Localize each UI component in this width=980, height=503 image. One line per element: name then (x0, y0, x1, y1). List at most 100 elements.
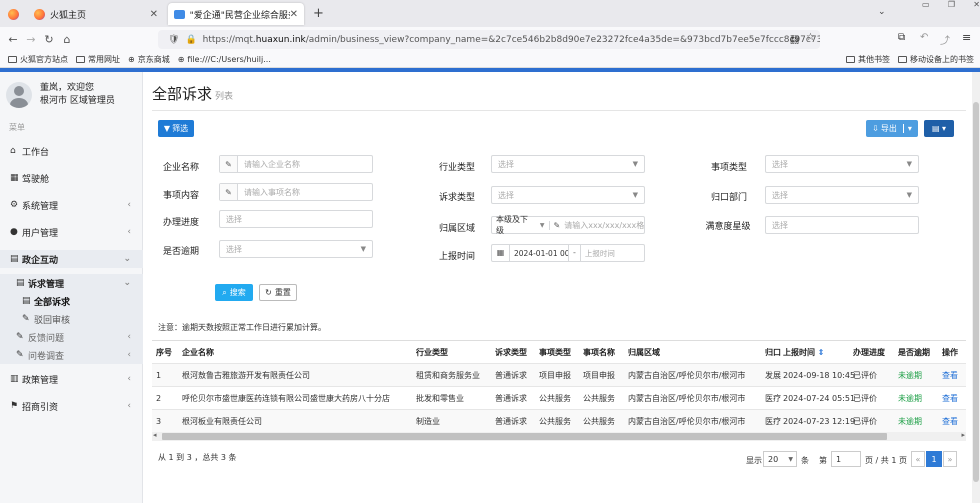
bookmark-item[interactable]: 其他书签 (846, 54, 890, 65)
export-button[interactable]: ⇩ 导出 ▾ (866, 120, 918, 137)
view-link[interactable]: 查看 (942, 416, 958, 427)
back-icon[interactable]: ← (4, 33, 22, 46)
reset-button[interactable]: ↻ 重置 (259, 284, 297, 301)
cell-item-type: 公共服务 (539, 393, 571, 403)
column-header-sortable[interactable]: 上报时间 ⇕ (783, 347, 825, 358)
placeholder: 选择 (226, 214, 242, 224)
scrollbar-thumb[interactable] (162, 433, 887, 440)
gear-icon: ⚙ (10, 200, 19, 210)
progress-select[interactable]: 选择 (219, 210, 373, 228)
sidebar-item-reject-review[interactable]: ✎ 驳回审核 (0, 310, 143, 328)
url-domain: huaxun.ink (255, 34, 306, 45)
content-input[interactable]: ✎ 请输入事项名称 (219, 183, 373, 201)
cell-company: 根河敖鲁古雅旅游开发有限责任公司 (182, 370, 310, 380)
forward-icon[interactable]: → (22, 33, 40, 46)
reload-icon[interactable]: ↻ (40, 33, 58, 46)
sidebar-item-all-appeals[interactable]: ▤ 全部诉求 (0, 292, 143, 310)
bookmark-item[interactable]: 移动设备上的书签 (898, 54, 974, 65)
bookmark-label: 其他书签 (858, 55, 890, 64)
scroll-right-icon[interactable]: ▸ (961, 431, 965, 439)
overdue-select[interactable]: 选择 ▼ (219, 240, 373, 258)
sort-icon: ⇕ (817, 347, 825, 357)
restore-icon[interactable]: ❐ (948, 0, 955, 12)
chevron-down-icon[interactable]: ▾ (902, 124, 912, 133)
extensions-icon[interactable]: ⧉ (898, 32, 905, 43)
cell-overdue: 未逾期 (898, 370, 922, 380)
sidebar-item-label: 驾驶舱 (22, 174, 50, 185)
item-type-select[interactable]: 选择 ▼ (765, 155, 919, 173)
bookmark-item[interactable]: 火狐官方站点 (8, 54, 68, 65)
sidebar-item-policy[interactable]: ▥ 政策管理 ‹ (0, 370, 143, 388)
column-header[interactable]: 企业名称 (182, 347, 214, 358)
sidebar-item-system[interactable]: ⚙ 系统管理 ‹ (0, 196, 143, 214)
filter-button[interactable]: ▼ 筛选 (158, 120, 194, 137)
current-page-button[interactable]: 1 (926, 451, 942, 467)
view-link[interactable]: 查看 (942, 370, 958, 381)
dept-select[interactable]: 选择 ▼ (765, 186, 919, 204)
edit-icon: ✎ (220, 184, 238, 200)
new-tab-button[interactable]: + (313, 6, 324, 21)
column-header[interactable]: 行业类型 (416, 347, 448, 358)
industry-select[interactable]: 选择 ▼ (491, 155, 645, 173)
close-icon[interactable]: ✕ (290, 9, 298, 20)
sidebar-item-users[interactable]: ● 用户管理 ‹ (0, 223, 143, 241)
company-name-input[interactable]: ✎ 请输入企业名称 (219, 155, 373, 173)
bookmark-item[interactable]: 常用网址 (76, 54, 120, 65)
column-header[interactable]: 归口 (765, 347, 781, 358)
satisfaction-select[interactable]: 选择 (765, 216, 919, 234)
caret-down-icon: ▼ (906, 160, 912, 168)
sidebar-item-workbench[interactable]: ⌂ 工作台 (0, 142, 143, 160)
prev-page-button[interactable]: « (911, 451, 925, 467)
menu-icon[interactable]: ≡ (962, 31, 971, 44)
time-start-input[interactable]: 2024-01-01 00:0 (510, 249, 568, 258)
horizontal-scrollbar[interactable]: ◂ ▸ (152, 431, 966, 441)
reset-label: 重置 (274, 288, 291, 297)
scroll-left-icon[interactable]: ◂ (153, 431, 157, 439)
column-header[interactable]: 序号 (156, 347, 172, 358)
sidebar-item-appeals[interactable]: ▤ 诉求管理 ⌄ (0, 274, 143, 292)
browser-tab-bar: 火狐主页 ✕ "爱企通"民营企业综合服务平 ✕ + ⌄ ▭ ❐ ✕ (0, 0, 980, 27)
close-window-icon[interactable]: ✕ (973, 0, 980, 12)
minimize-icon[interactable]: ▭ (922, 0, 930, 12)
column-header[interactable]: 事项名称 (583, 347, 615, 358)
bookmark-item[interactable]: ⊕ 京东商城 (128, 54, 170, 65)
translate-icon[interactable]: 翻 (790, 33, 799, 46)
share-icon[interactable]: ⤴ (940, 32, 950, 47)
appeal-type-label: 诉求类型 (439, 193, 476, 203)
sidebar-item-survey[interactable]: ✎ 问卷调查 ‹ (0, 346, 143, 364)
column-header[interactable]: 操作 (942, 347, 958, 358)
vertical-scrollbar[interactable] (972, 72, 980, 503)
column-header[interactable]: 归属区域 (628, 347, 660, 358)
sidebar-item-cockpit[interactable]: ▦ 驾驶舱 (0, 169, 143, 187)
cell-report-time: 2024-07-24 05:51 (783, 393, 856, 403)
column-header[interactable]: 事项类型 (539, 347, 571, 358)
placeholder: 选择 (772, 190, 788, 200)
column-header[interactable]: 是否逾期 (898, 347, 930, 358)
firefox-menu-tab[interactable] (2, 3, 24, 25)
appeal-type-select[interactable]: 选择 ▼ (491, 186, 645, 204)
tab-firefox-home[interactable]: 火狐主页 ✕ (28, 3, 164, 25)
view-link[interactable]: 查看 (942, 393, 958, 404)
search-button[interactable]: ⌕ 搜索 (215, 284, 253, 301)
close-icon[interactable]: ✕ (150, 9, 158, 20)
star-icon[interactable]: ☆ (806, 32, 815, 43)
page-size-select[interactable]: 20 ▼ (763, 451, 797, 467)
tab-aiqitong[interactable]: "爱企通"民营企业综合服务平 ✕ (168, 3, 304, 25)
chevron-down-icon[interactable]: ⌄ (878, 7, 886, 17)
page-jump-input[interactable]: 1 (831, 451, 861, 467)
next-page-button[interactable]: » (943, 451, 957, 467)
bookmark-item[interactable]: ⊕ file:///C:/Users/huilj... (178, 55, 271, 64)
column-header[interactable]: 诉求类型 (495, 347, 527, 358)
undo-icon[interactable]: ↶ (920, 32, 928, 43)
column-toggle-button[interactable]: ▤ ▾ (924, 120, 954, 137)
home-icon[interactable]: ⌂ (58, 33, 76, 46)
region-input[interactable]: 请输入xxx/xxx/xxx格 (564, 220, 644, 231)
time-end-input[interactable]: 上报时间 (581, 248, 619, 259)
column-header[interactable]: 办理进度 (853, 347, 885, 358)
region-level-select[interactable]: 本级及下级 (496, 214, 536, 236)
scrollbar-thumb[interactable] (973, 102, 979, 482)
url-bar[interactable]: 🛡 🔒 https://mqt. huaxun.ink/admin/busines… (158, 30, 820, 49)
sidebar-item-investment[interactable]: ⚑ 招商引资 ‹ (0, 397, 143, 415)
sidebar-item-feedback[interactable]: ✎ 反馈问题 ‹ (0, 328, 143, 346)
sidebar-item-interaction[interactable]: ▤ 政企互动 ⌄ (0, 250, 143, 268)
